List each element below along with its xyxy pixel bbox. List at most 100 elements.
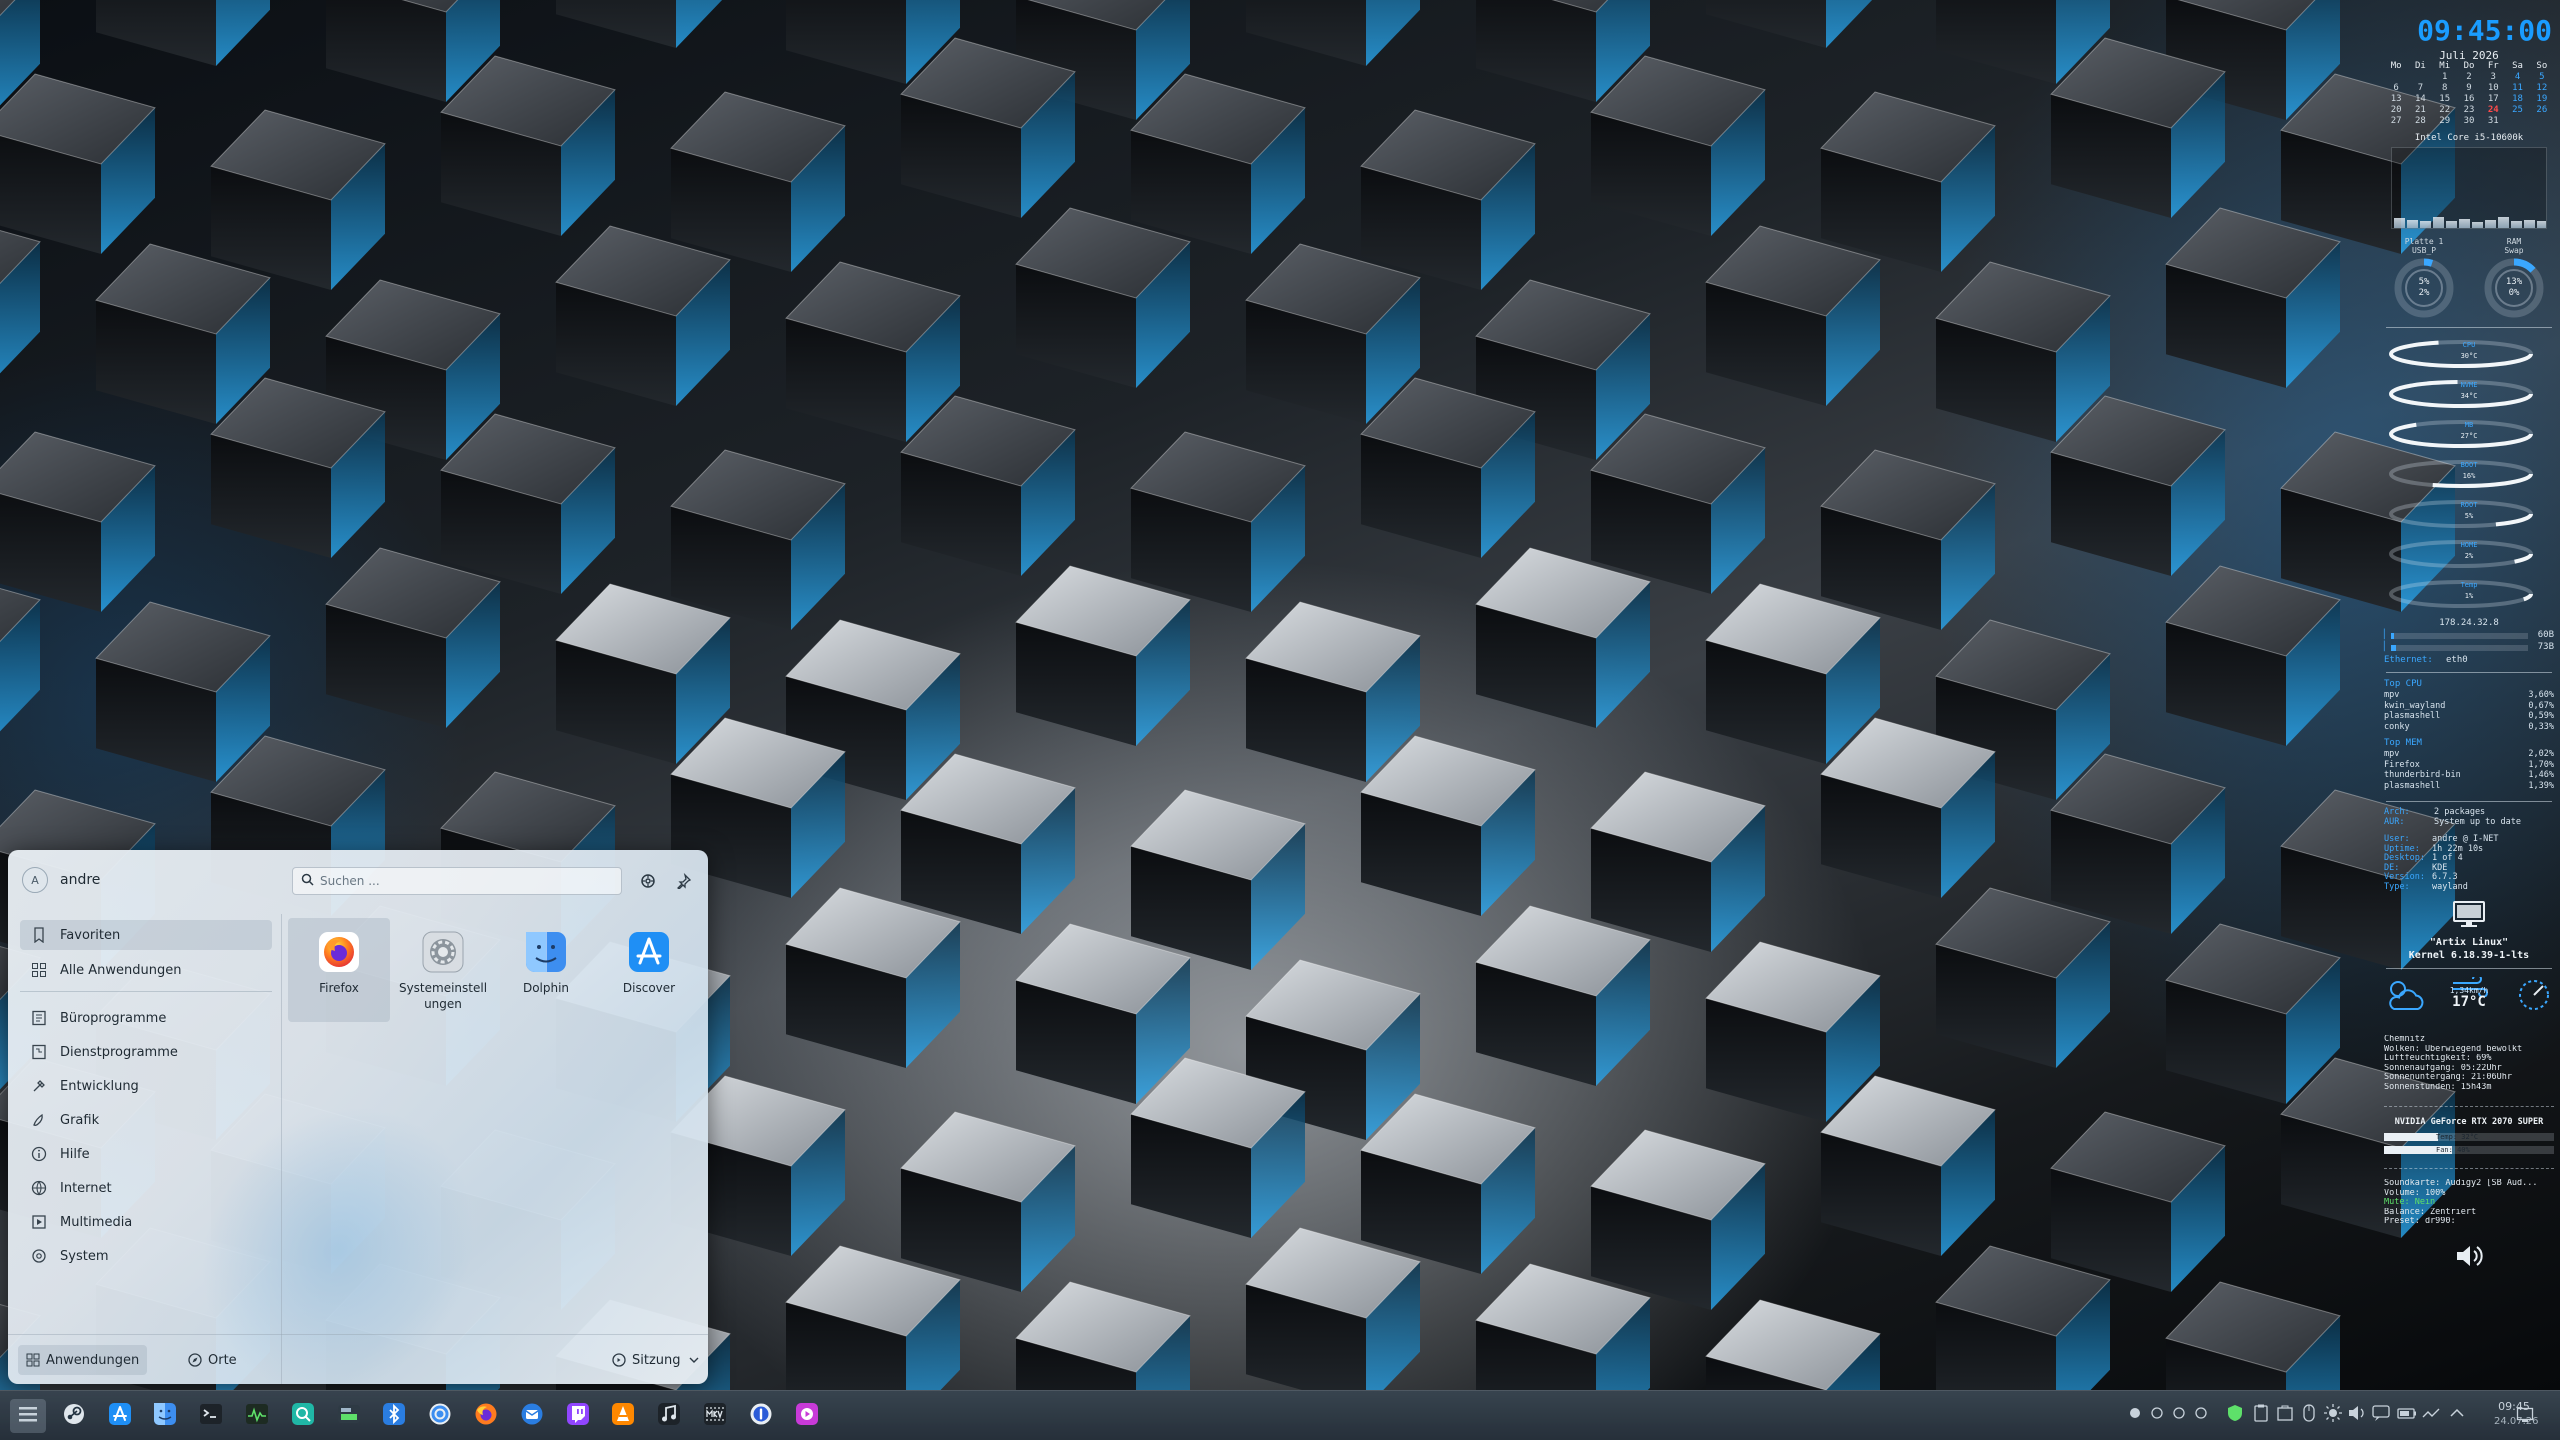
taskbar-launcher[interactable] bbox=[10, 1399, 46, 1433]
category-favoriten[interactable]: Favoriten bbox=[20, 920, 272, 950]
taskbar-kde-connect[interactable] bbox=[285, 1399, 321, 1433]
taskbar-firefox[interactable] bbox=[468, 1399, 504, 1433]
disk-value-1: 5% bbox=[2418, 277, 2430, 287]
app-firefox[interactable]: Firefox bbox=[288, 918, 390, 1022]
process-name: mpv bbox=[2384, 690, 2400, 700]
category-system[interactable]: System bbox=[20, 1241, 272, 1271]
tray-volume[interactable] bbox=[2346, 1404, 2368, 1426]
pin-button[interactable] bbox=[674, 871, 694, 891]
tray-updates[interactable] bbox=[2274, 1404, 2296, 1426]
tray-battery[interactable] bbox=[2396, 1404, 2418, 1426]
taskbar-bluetooth[interactable] bbox=[376, 1399, 412, 1433]
power-icon bbox=[612, 1353, 626, 1367]
sensor-value: 2% bbox=[2464, 552, 2474, 560]
category-grafik[interactable]: Grafik bbox=[20, 1105, 272, 1135]
vlc-icon bbox=[611, 1402, 635, 1430]
brightness-icon bbox=[2322, 1402, 2344, 1428]
category-label: Grafik bbox=[60, 1112, 100, 1128]
calendar-day: 28 bbox=[2415, 116, 2426, 126]
category-internet[interactable]: Internet bbox=[20, 1173, 272, 1203]
media-player-icon bbox=[795, 1402, 819, 1430]
weather-line: Sonnenuntergang: 21:06Uhr bbox=[2384, 1073, 2512, 1082]
calendar-day: 27 bbox=[2390, 116, 2402, 126]
tray-chat[interactable] bbox=[2370, 1404, 2392, 1426]
sensor-value: 30°C bbox=[2460, 352, 2478, 360]
sound-line: Soundkarte: Audigy2 [SB Aud... bbox=[2384, 1179, 2538, 1188]
category-hilfe[interactable]: Hilfe bbox=[20, 1139, 272, 1169]
tray-pager-desktop-2[interactable] bbox=[2146, 1404, 2168, 1426]
calendar-day: 10 bbox=[2487, 83, 2499, 93]
distro-name: "Artix Linux" bbox=[2429, 937, 2509, 948]
taskbar: 09:45 24.07.26 bbox=[0, 1390, 2560, 1440]
search-placeholder: Suchen ... bbox=[320, 874, 380, 888]
taskbar-app-store[interactable] bbox=[102, 1399, 138, 1433]
taskbar-hardware[interactable] bbox=[331, 1399, 367, 1433]
sensor-value: 34°C bbox=[2460, 392, 2478, 400]
app-label: Discover bbox=[622, 981, 676, 995]
tray-mouse[interactable] bbox=[2298, 1404, 2320, 1426]
taskbar-1password[interactable] bbox=[743, 1399, 779, 1433]
sound-info: Soundkarte: Audigy2 [SB Aud... Volume: 10… bbox=[2384, 1179, 2554, 1227]
configure-button[interactable] bbox=[638, 871, 658, 891]
info-row: Type: wayland bbox=[2384, 882, 2554, 893]
category-label: Multimedia bbox=[60, 1214, 133, 1230]
info-row: Desktop: 1 of 4 bbox=[2384, 853, 2554, 864]
info-key: AUR: bbox=[2384, 816, 2405, 827]
1password-icon bbox=[749, 1402, 773, 1430]
multimedia-icon bbox=[30, 1213, 48, 1231]
category-alle-anwendungen[interactable]: Alle Anwendungen bbox=[20, 955, 272, 985]
category-entwicklung[interactable]: Entwicklung bbox=[20, 1071, 272, 1101]
sensor-name: BOOT bbox=[2460, 461, 2478, 469]
tray-expand-tray[interactable] bbox=[2446, 1404, 2468, 1426]
taskbar-twitch[interactable] bbox=[560, 1399, 596, 1433]
taskbar-terminal[interactable] bbox=[193, 1399, 229, 1433]
chat-icon bbox=[2370, 1402, 2392, 1428]
tray-network[interactable] bbox=[2420, 1404, 2442, 1426]
system-icon bbox=[30, 1247, 48, 1265]
taskbar-media-player[interactable] bbox=[789, 1399, 825, 1433]
taskbar-mkv[interactable] bbox=[697, 1399, 733, 1433]
show-desktop-icon bbox=[2516, 1407, 2534, 1422]
taskbar-steam[interactable] bbox=[56, 1399, 92, 1433]
clipboard-icon bbox=[2250, 1402, 2272, 1428]
taskbar-finder[interactable] bbox=[147, 1399, 183, 1433]
sidebar-divider bbox=[281, 914, 282, 1384]
taskbar-chrome[interactable] bbox=[422, 1399, 458, 1433]
thunderbird-icon bbox=[520, 1402, 544, 1430]
tray-pager-desktop-4[interactable] bbox=[2190, 1404, 2212, 1426]
taskbar-vlc[interactable] bbox=[605, 1399, 641, 1433]
tray-pager-desktop-3[interactable] bbox=[2168, 1404, 2190, 1426]
app-system-settings[interactable]: Systemeinstell ungen bbox=[392, 918, 494, 1022]
taskbar-thunderbird[interactable] bbox=[514, 1399, 550, 1433]
launcher-header: A andre Suchen ... bbox=[8, 850, 708, 912]
weather-line: Wolken: Überwiegend bewölkt bbox=[2384, 1044, 2523, 1054]
session-button[interactable]: Sitzung bbox=[604, 1345, 707, 1375]
category-label: Favoriten bbox=[60, 927, 121, 943]
conky-separator bbox=[2384, 1106, 2554, 1107]
tray-security-shield[interactable] bbox=[2224, 1404, 2246, 1426]
process-value: 0,59% bbox=[2528, 711, 2554, 721]
bluetooth-icon bbox=[382, 1402, 406, 1430]
hardware-icon bbox=[337, 1402, 361, 1430]
tray-pager-desktop-1[interactable] bbox=[2124, 1404, 2146, 1426]
network-icon bbox=[2420, 1402, 2442, 1428]
app-dolphin[interactable]: Dolphin bbox=[495, 918, 597, 1022]
tray-clipboard[interactable] bbox=[2250, 1404, 2272, 1426]
sensor-name: Temp bbox=[2460, 581, 2478, 589]
show-desktop-button[interactable] bbox=[2514, 1404, 2536, 1426]
tray-brightness[interactable] bbox=[2322, 1404, 2344, 1426]
category-dienstprogramme[interactable]: Dienstprogramme bbox=[20, 1037, 272, 1067]
cpu-core-bar bbox=[2472, 222, 2483, 228]
places-tab[interactable]: Orte bbox=[180, 1345, 245, 1375]
taskbar-system-monitor[interactable] bbox=[239, 1399, 275, 1433]
category-büroprogramme[interactable]: Büroprogramme bbox=[20, 1003, 272, 1033]
app-discover[interactable]: Discover bbox=[598, 918, 700, 1022]
search-input[interactable]: Suchen ... bbox=[292, 867, 622, 895]
category-multimedia[interactable]: Multimedia bbox=[20, 1207, 272, 1237]
calendar-day: 15 bbox=[2439, 94, 2451, 104]
utilities-icon bbox=[30, 1043, 48, 1061]
applications-tab[interactable]: Anwendungen bbox=[18, 1345, 148, 1375]
pin-icon bbox=[677, 873, 692, 889]
taskbar-music[interactable] bbox=[651, 1399, 687, 1433]
avatar[interactable]: A bbox=[22, 867, 48, 893]
